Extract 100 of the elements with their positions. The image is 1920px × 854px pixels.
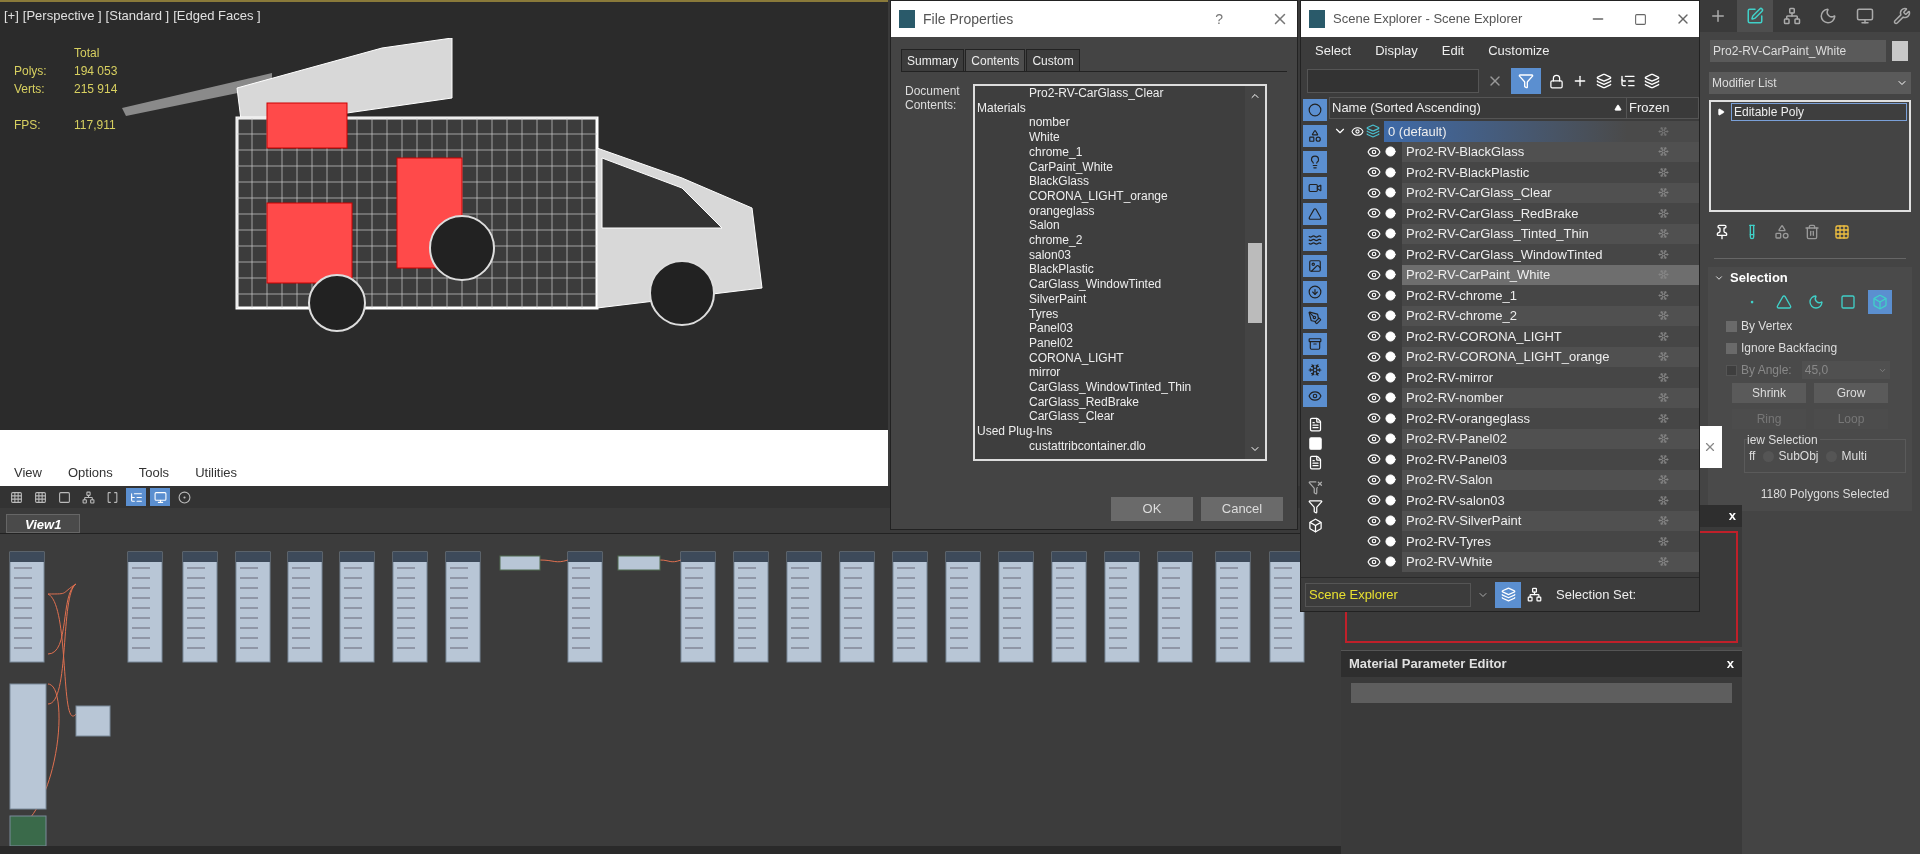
object-name[interactable]: Pro2-RV-mirror — [1402, 367, 1627, 388]
frozen-cell[interactable] — [1627, 408, 1699, 429]
toolbar-button[interactable] — [150, 488, 170, 506]
square-icon[interactable] — [1307, 436, 1323, 451]
render-dot-icon[interactable] — [1385, 371, 1396, 383]
render-dot-icon[interactable] — [1385, 412, 1396, 424]
visibility-icon[interactable] — [1367, 472, 1381, 487]
visibility-icon[interactable] — [1351, 124, 1364, 138]
material-node[interactable] — [127, 551, 163, 663]
sort-arrow-icon[interactable] — [1614, 104, 1622, 112]
frozen-cell[interactable] — [1627, 203, 1699, 224]
material-node[interactable] — [235, 551, 271, 663]
menu-item[interactable]: Display — [1375, 41, 1418, 61]
panel-close[interactable]: x — [1728, 506, 1736, 526]
object-name[interactable]: Pro2-RV-BlackPlastic — [1402, 162, 1627, 183]
explorer-dropdown[interactable]: Scene Explorer — [1305, 582, 1471, 607]
filter-button[interactable] — [1303, 99, 1327, 121]
view-tab[interactable]: View1 — [6, 514, 81, 533]
material-node[interactable] — [1269, 551, 1305, 663]
render-dot-icon[interactable] — [1385, 453, 1396, 465]
material-node[interactable] — [339, 551, 375, 663]
object-name[interactable]: Pro2-RV-CarGlass_RedBrake — [1402, 203, 1627, 224]
material-node[interactable] — [445, 551, 481, 663]
object-name[interactable]: Pro2-RV-CarGlass_Tinted_Thin — [1402, 223, 1627, 244]
filter-toggle[interactable] — [1511, 68, 1541, 94]
material-node[interactable] — [287, 551, 323, 663]
frozen-cell[interactable] — [1627, 141, 1699, 162]
visibility-icon[interactable] — [1367, 288, 1381, 303]
render-dot-icon[interactable] — [1385, 556, 1396, 568]
layers-toggle[interactable] — [1495, 581, 1521, 608]
render-dot-icon[interactable] — [1385, 146, 1396, 158]
render-dot-icon[interactable] — [1385, 474, 1396, 486]
visibility-icon[interactable] — [1367, 247, 1381, 262]
filter-button[interactable] — [1303, 125, 1327, 147]
filter-icon[interactable] — [1307, 499, 1323, 514]
visibility-icon[interactable] — [1367, 226, 1381, 241]
material-node[interactable] — [9, 683, 47, 810]
help-button[interactable]: ? — [1215, 8, 1223, 30]
viewport-label[interactable]: [Edged Faces ] — [173, 6, 261, 26]
viewport-label[interactable]: [Standard ] — [105, 6, 170, 26]
render-dot-icon[interactable] — [1385, 207, 1396, 219]
frozen-cell[interactable] — [1627, 428, 1699, 449]
panel-close[interactable]: x — [1726, 654, 1734, 674]
toolbar-button[interactable] — [126, 488, 146, 506]
material-node[interactable] — [998, 551, 1034, 663]
frozen-cell[interactable] — [1627, 346, 1699, 367]
close-icon[interactable] — [1703, 440, 1717, 454]
modifier-stack[interactable]: Editable Poly — [1709, 100, 1911, 212]
material-node[interactable] — [892, 551, 928, 663]
search-field[interactable] — [1307, 69, 1479, 93]
material-node[interactable] — [839, 551, 875, 663]
visibility-icon[interactable] — [1367, 513, 1381, 528]
render-dot-icon[interactable] — [1385, 166, 1396, 178]
rollout-title[interactable]: Selection — [1730, 268, 1788, 288]
frozen-cell[interactable] — [1627, 182, 1699, 203]
modifier-list-dropdown[interactable]: Modifier List — [1709, 72, 1911, 94]
hierarchy-icon[interactable] — [1620, 73, 1636, 89]
checkbox[interactable] — [1726, 320, 1737, 332]
dialog-button[interactable]: OK — [1111, 497, 1193, 521]
object-name[interactable]: Pro2-RV-SilverPaint — [1402, 510, 1627, 531]
render-dot-icon[interactable] — [1385, 248, 1396, 260]
filter-button[interactable] — [1303, 307, 1327, 329]
object-name[interactable]: Pro2-RV-Panel03 — [1402, 449, 1627, 470]
frozen-cell[interactable] — [1627, 531, 1699, 552]
document-icon[interactable] — [1307, 417, 1323, 432]
frozen-cell[interactable] — [1627, 223, 1699, 244]
render-dot-icon[interactable] — [1385, 535, 1396, 547]
object-name[interactable]: Pro2-RV-salon03 — [1402, 490, 1627, 511]
selection-button[interactable]: Grow — [1814, 383, 1888, 403]
dialog-button[interactable]: Cancel — [1201, 497, 1283, 521]
material-node[interactable] — [1157, 551, 1193, 663]
scrollbar[interactable] — [1245, 86, 1265, 459]
object-name[interactable]: Pro2-RV-Tyres — [1402, 531, 1627, 552]
menu-item[interactable]: Options — [67, 462, 113, 482]
filter-button[interactable] — [1303, 333, 1327, 355]
material-node[interactable] — [567, 551, 603, 663]
selection-button[interactable]: Shrink — [1732, 383, 1806, 403]
layers-icon[interactable] — [1596, 73, 1612, 89]
object-name-field[interactable]: Pro2-RV-CarPaint_White — [1710, 40, 1886, 62]
layer-name[interactable]: 0 (default) — [1384, 121, 1627, 142]
frozen-cell[interactable] — [1627, 326, 1699, 347]
object-name[interactable]: Pro2-RV-orangeglass — [1402, 408, 1627, 429]
lock-icon[interactable] — [1549, 73, 1564, 89]
filter-button[interactable] — [1303, 385, 1327, 407]
visibility-icon[interactable] — [1367, 431, 1381, 446]
material-node[interactable] — [733, 551, 769, 663]
render-dot-icon[interactable] — [1385, 515, 1396, 527]
dialog-tab[interactable]: Contents — [965, 49, 1026, 71]
material-node[interactable] — [786, 551, 822, 663]
filter-icon[interactable] — [1307, 480, 1323, 495]
material-node[interactable] — [945, 551, 981, 663]
render-dot-icon[interactable] — [1385, 228, 1396, 240]
viewport-label[interactable]: [Perspective ] — [22, 6, 102, 26]
viewport-label[interactable]: [+] — [4, 6, 19, 26]
frozen-cell[interactable] — [1627, 285, 1699, 306]
dialog-tab[interactable]: Custom — [1026, 49, 1080, 71]
stack-item[interactable]: Editable Poly — [1731, 103, 1907, 121]
hierarchy-icon[interactable] — [1527, 587, 1542, 602]
visibility-icon[interactable] — [1367, 390, 1381, 405]
menu-item[interactable]: Tools — [138, 462, 170, 482]
